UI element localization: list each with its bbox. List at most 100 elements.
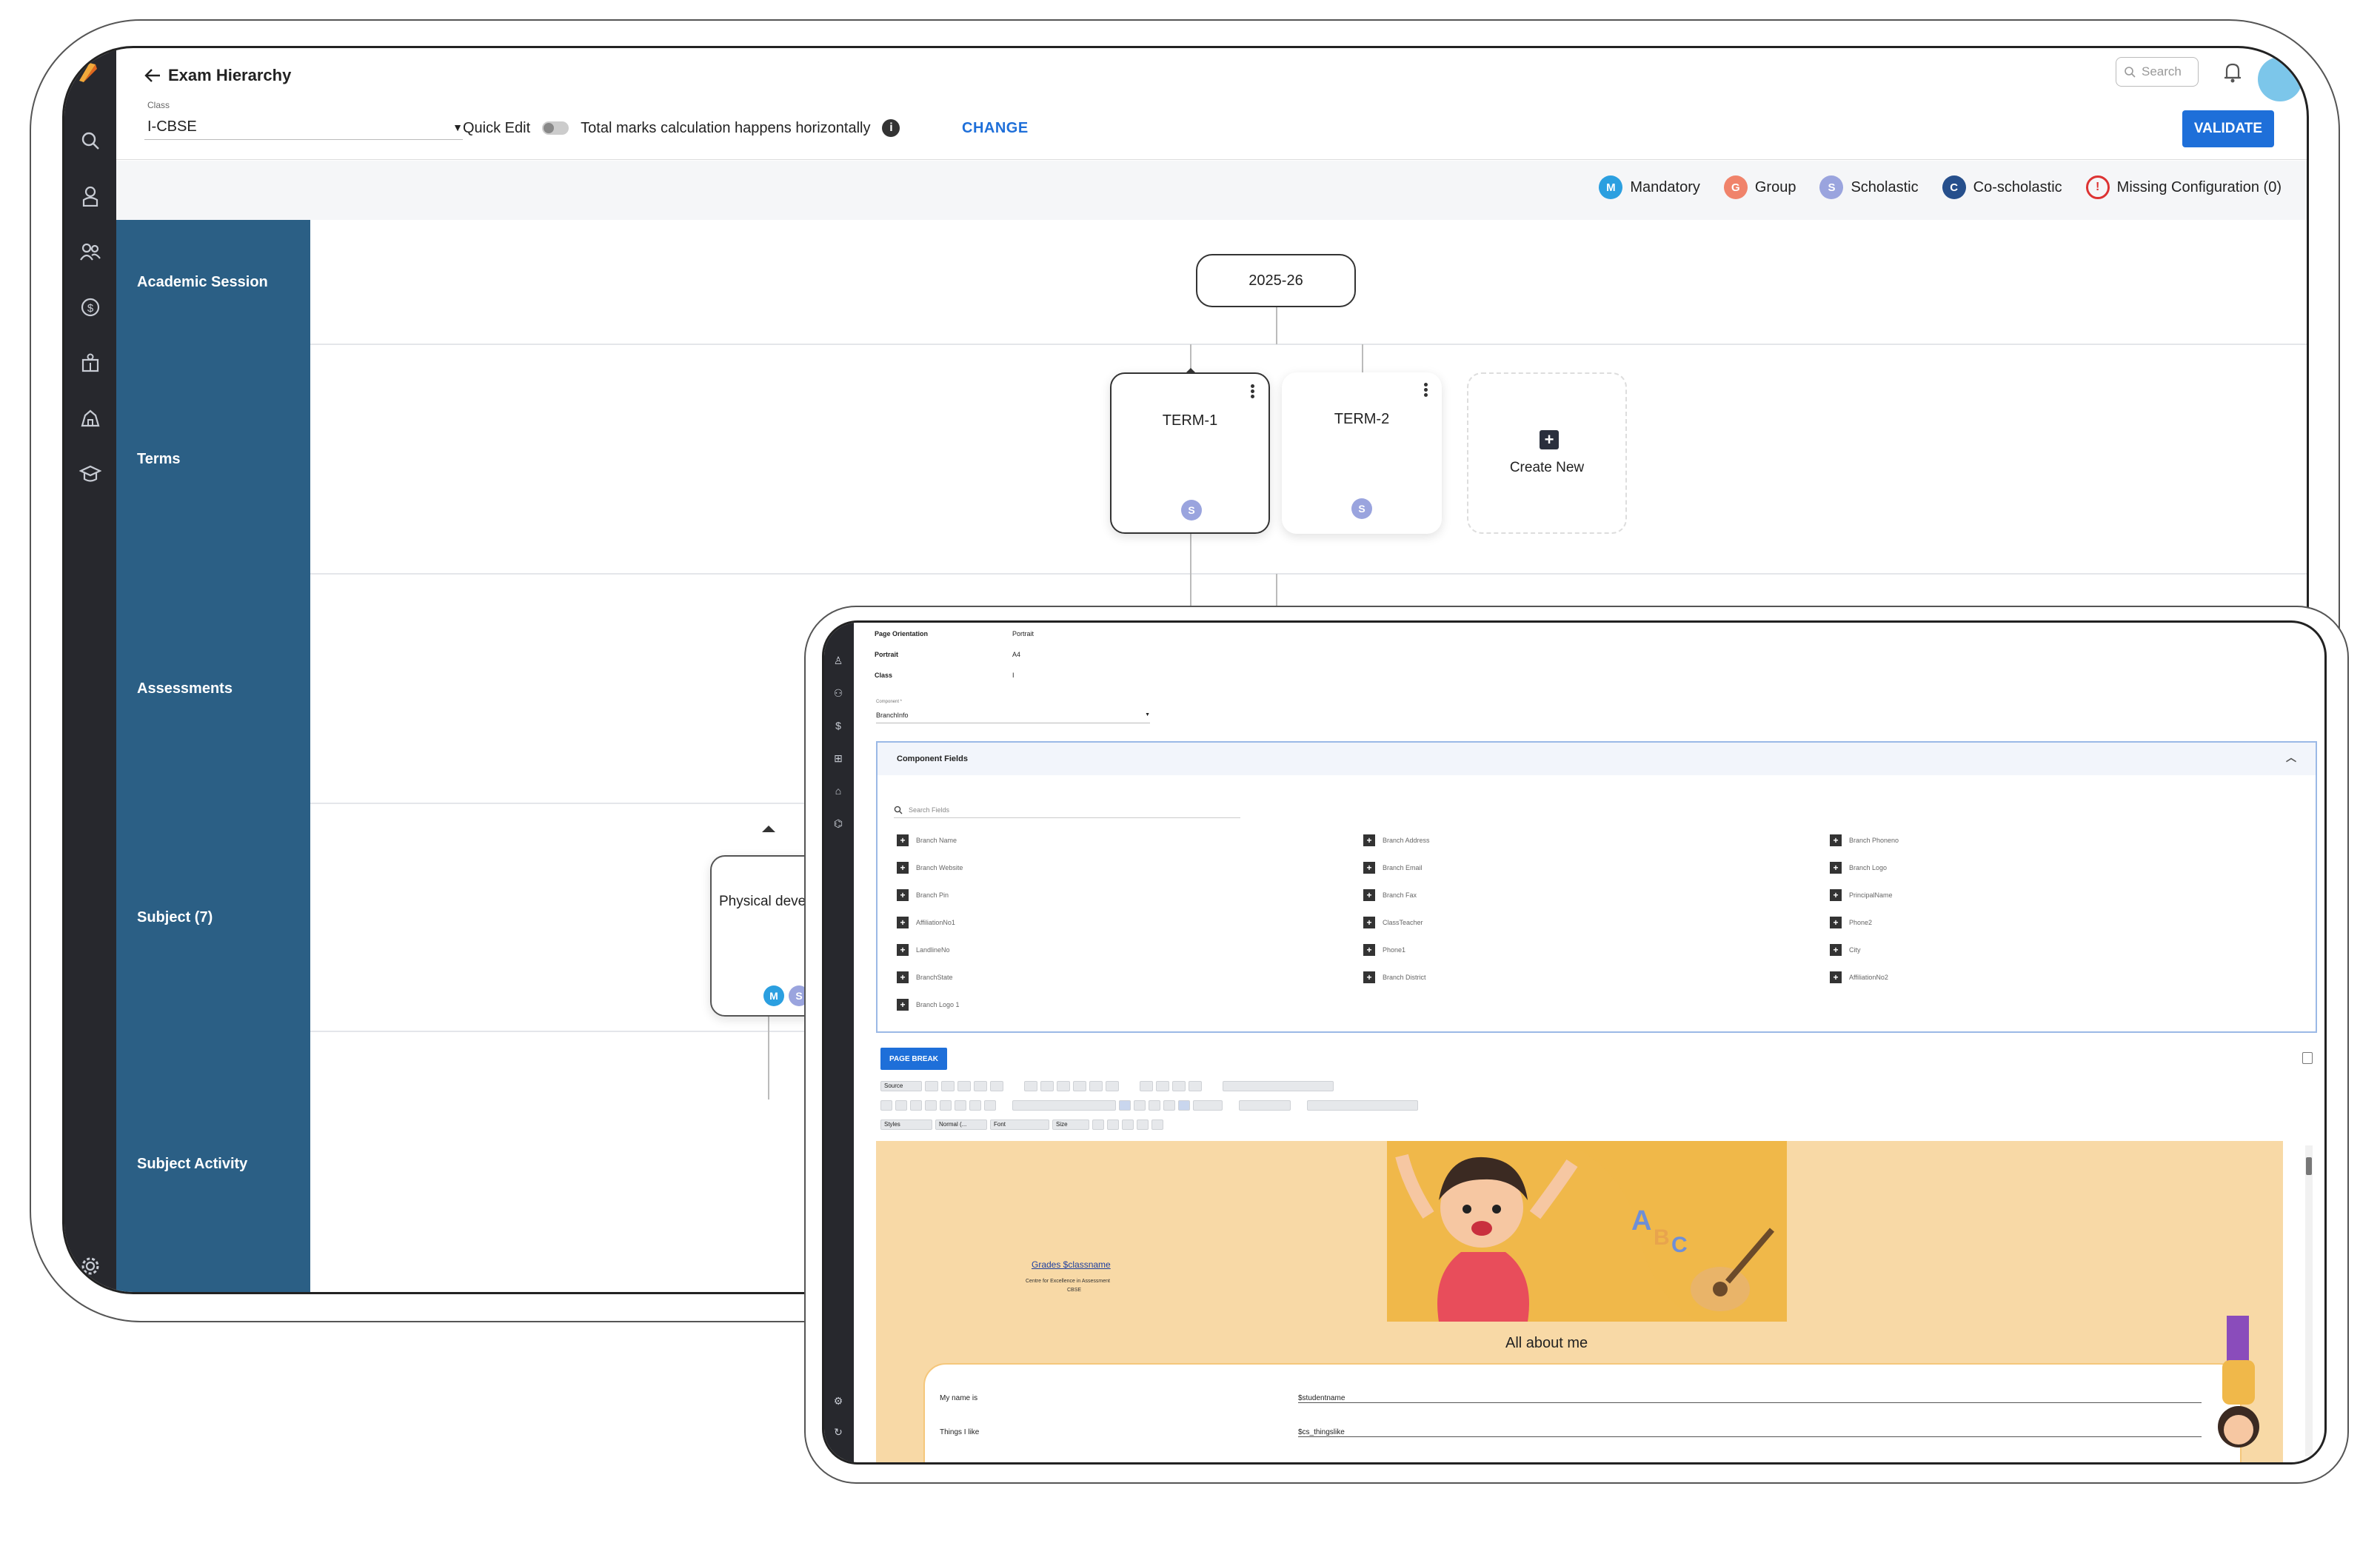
- field-item[interactable]: + Branch Website: [897, 862, 963, 874]
- more-options-icon[interactable]: [1251, 383, 1255, 400]
- add-field-icon[interactable]: +: [1830, 971, 1842, 983]
- term-card[interactable]: TERM-1 S: [1110, 372, 1270, 534]
- redo-icon[interactable]: [1106, 1081, 1119, 1091]
- add-field-icon[interactable]: +: [897, 999, 909, 1011]
- add-field-icon[interactable]: +: [897, 944, 909, 956]
- format-select[interactable]: Normal (...: [935, 1119, 987, 1130]
- document-icon[interactable]: [2302, 1052, 2313, 1064]
- help-icon[interactable]: [1151, 1119, 1163, 1130]
- field-item[interactable]: + LandlineNo: [897, 944, 950, 956]
- field-item[interactable]: + City: [1830, 944, 1861, 956]
- add-field-icon[interactable]: +: [897, 834, 909, 846]
- graduation-cap-icon[interactable]: [72, 455, 109, 492]
- text-color-icon[interactable]: [1092, 1119, 1104, 1130]
- field-item[interactable]: + Branch Email: [1363, 862, 1423, 874]
- styles-select[interactable]: Styles: [880, 1119, 932, 1130]
- field-item[interactable]: + Branch District: [1363, 971, 1426, 983]
- new-page-icon[interactable]: [941, 1081, 955, 1091]
- paste-text-icon[interactable]: [1073, 1081, 1086, 1091]
- class-select[interactable]: I-CBSE ▼: [144, 115, 463, 140]
- spellcheck-icon[interactable]: [1189, 1081, 1202, 1091]
- add-field-icon[interactable]: +: [1830, 862, 1842, 874]
- quick-edit-toggle[interactable]: [542, 121, 569, 135]
- align-left-icon[interactable]: [1119, 1100, 1131, 1111]
- legend-missing-config[interactable]: ! Missing Configuration (0): [2085, 175, 2282, 199]
- underline-icon[interactable]: [910, 1100, 922, 1111]
- field-item[interactable]: + AffiliationNo2: [1830, 971, 1888, 983]
- school-building-icon[interactable]: ⌂: [830, 783, 846, 799]
- field-item[interactable]: + Branch Address: [1363, 834, 1430, 846]
- size-select[interactable]: Size: [1052, 1119, 1089, 1130]
- source-button[interactable]: Source: [880, 1081, 922, 1091]
- fees-dollar-icon[interactable]: $: [830, 717, 846, 734]
- field-item[interactable]: + ClassTeacher: [1363, 917, 1423, 928]
- editor-canvas[interactable]: A B C Grades $classname Centre for Excel…: [876, 1141, 2283, 1462]
- insert-group[interactable]: [1307, 1100, 1418, 1111]
- search-fields-input[interactable]: Search Fields: [894, 802, 1240, 818]
- add-field-icon[interactable]: +: [1830, 917, 1842, 928]
- add-field-icon[interactable]: +: [1363, 917, 1375, 928]
- settings-gear-icon[interactable]: ⚙: [830, 1393, 846, 1409]
- add-field-icon[interactable]: +: [1830, 834, 1842, 846]
- add-field-icon[interactable]: +: [897, 971, 909, 983]
- add-field-icon[interactable]: +: [1363, 834, 1375, 846]
- select-all-icon[interactable]: [1172, 1081, 1186, 1091]
- justify-icon[interactable]: [1163, 1100, 1175, 1111]
- grades-classname-link[interactable]: Grades $classname: [1032, 1259, 1111, 1270]
- paste-icon[interactable]: [1057, 1081, 1070, 1091]
- remove-format-icon[interactable]: [984, 1100, 996, 1111]
- component-fields-header[interactable]: Component Fields ︿: [878, 743, 2316, 775]
- add-field-icon[interactable]: +: [1830, 944, 1842, 956]
- undo-icon[interactable]: [1089, 1081, 1103, 1091]
- term-card[interactable]: TERM-2 S: [1282, 372, 1442, 534]
- copy-format-icon[interactable]: [969, 1100, 981, 1111]
- field-item[interactable]: + Branch Name: [897, 834, 957, 846]
- align-right-icon[interactable]: [1149, 1100, 1160, 1111]
- field-item[interactable]: + Branch Phoneno: [1830, 834, 1899, 846]
- add-field-icon[interactable]: +: [1363, 971, 1375, 983]
- field-item[interactable]: + Branch Pin: [897, 889, 949, 901]
- bg-color-icon[interactable]: [1107, 1119, 1119, 1130]
- show-blocks-icon[interactable]: [1137, 1119, 1149, 1130]
- language-icon[interactable]: [1193, 1100, 1223, 1111]
- maximize-icon[interactable]: [1122, 1119, 1134, 1130]
- page-break-button[interactable]: PAGE BREAK: [880, 1048, 947, 1070]
- teacher-board-icon[interactable]: [72, 344, 109, 381]
- link-group[interactable]: [1239, 1100, 1291, 1111]
- save-icon[interactable]: [925, 1081, 938, 1091]
- users-icon[interactable]: [72, 233, 109, 270]
- text-direction-icon[interactable]: [1178, 1100, 1190, 1111]
- notification-bell-icon[interactable]: [2219, 58, 2246, 85]
- chevron-up-icon[interactable]: ︿: [2286, 750, 2296, 765]
- add-field-icon[interactable]: +: [897, 889, 909, 901]
- add-field-icon[interactable]: +: [1363, 944, 1375, 956]
- add-field-icon[interactable]: +: [897, 917, 909, 928]
- editor-scroll-thumb[interactable]: [2306, 1157, 2312, 1175]
- add-field-icon[interactable]: +: [1363, 889, 1375, 901]
- student-icon[interactable]: [72, 178, 109, 215]
- add-field-icon[interactable]: +: [897, 862, 909, 874]
- copy-icon[interactable]: [1040, 1081, 1054, 1091]
- fees-dollar-icon[interactable]: $: [72, 289, 109, 326]
- settings-gear-icon[interactable]: [72, 1248, 109, 1285]
- search-input[interactable]: Search: [2116, 57, 2199, 87]
- field-item[interactable]: + PrincipalName: [1830, 889, 1893, 901]
- more-options-icon[interactable]: [1424, 381, 1428, 398]
- field-item[interactable]: + Branch Logo 1: [897, 999, 960, 1011]
- teacher-board-icon[interactable]: ⊞: [830, 750, 846, 766]
- change-link[interactable]: CHANGE: [962, 120, 1029, 137]
- info-icon[interactable]: i: [882, 119, 900, 137]
- add-field-icon[interactable]: +: [1363, 862, 1375, 874]
- session-node[interactable]: 2025-26: [1196, 254, 1356, 307]
- field-item[interactable]: + AffiliationNo1: [897, 917, 955, 928]
- student-icon[interactable]: ♙: [830, 652, 846, 669]
- list-indent-group[interactable]: [1012, 1100, 1116, 1111]
- validate-button[interactable]: VALIDATE: [2182, 110, 2274, 147]
- strike-icon[interactable]: [925, 1100, 937, 1111]
- users-icon[interactable]: ⚇: [830, 685, 846, 701]
- field-item[interactable]: + BranchState: [897, 971, 953, 983]
- field-item[interactable]: + Branch Fax: [1363, 889, 1417, 901]
- field-item[interactable]: + Phone1: [1363, 944, 1405, 956]
- bold-icon[interactable]: [880, 1100, 892, 1111]
- add-field-icon[interactable]: +: [1830, 889, 1842, 901]
